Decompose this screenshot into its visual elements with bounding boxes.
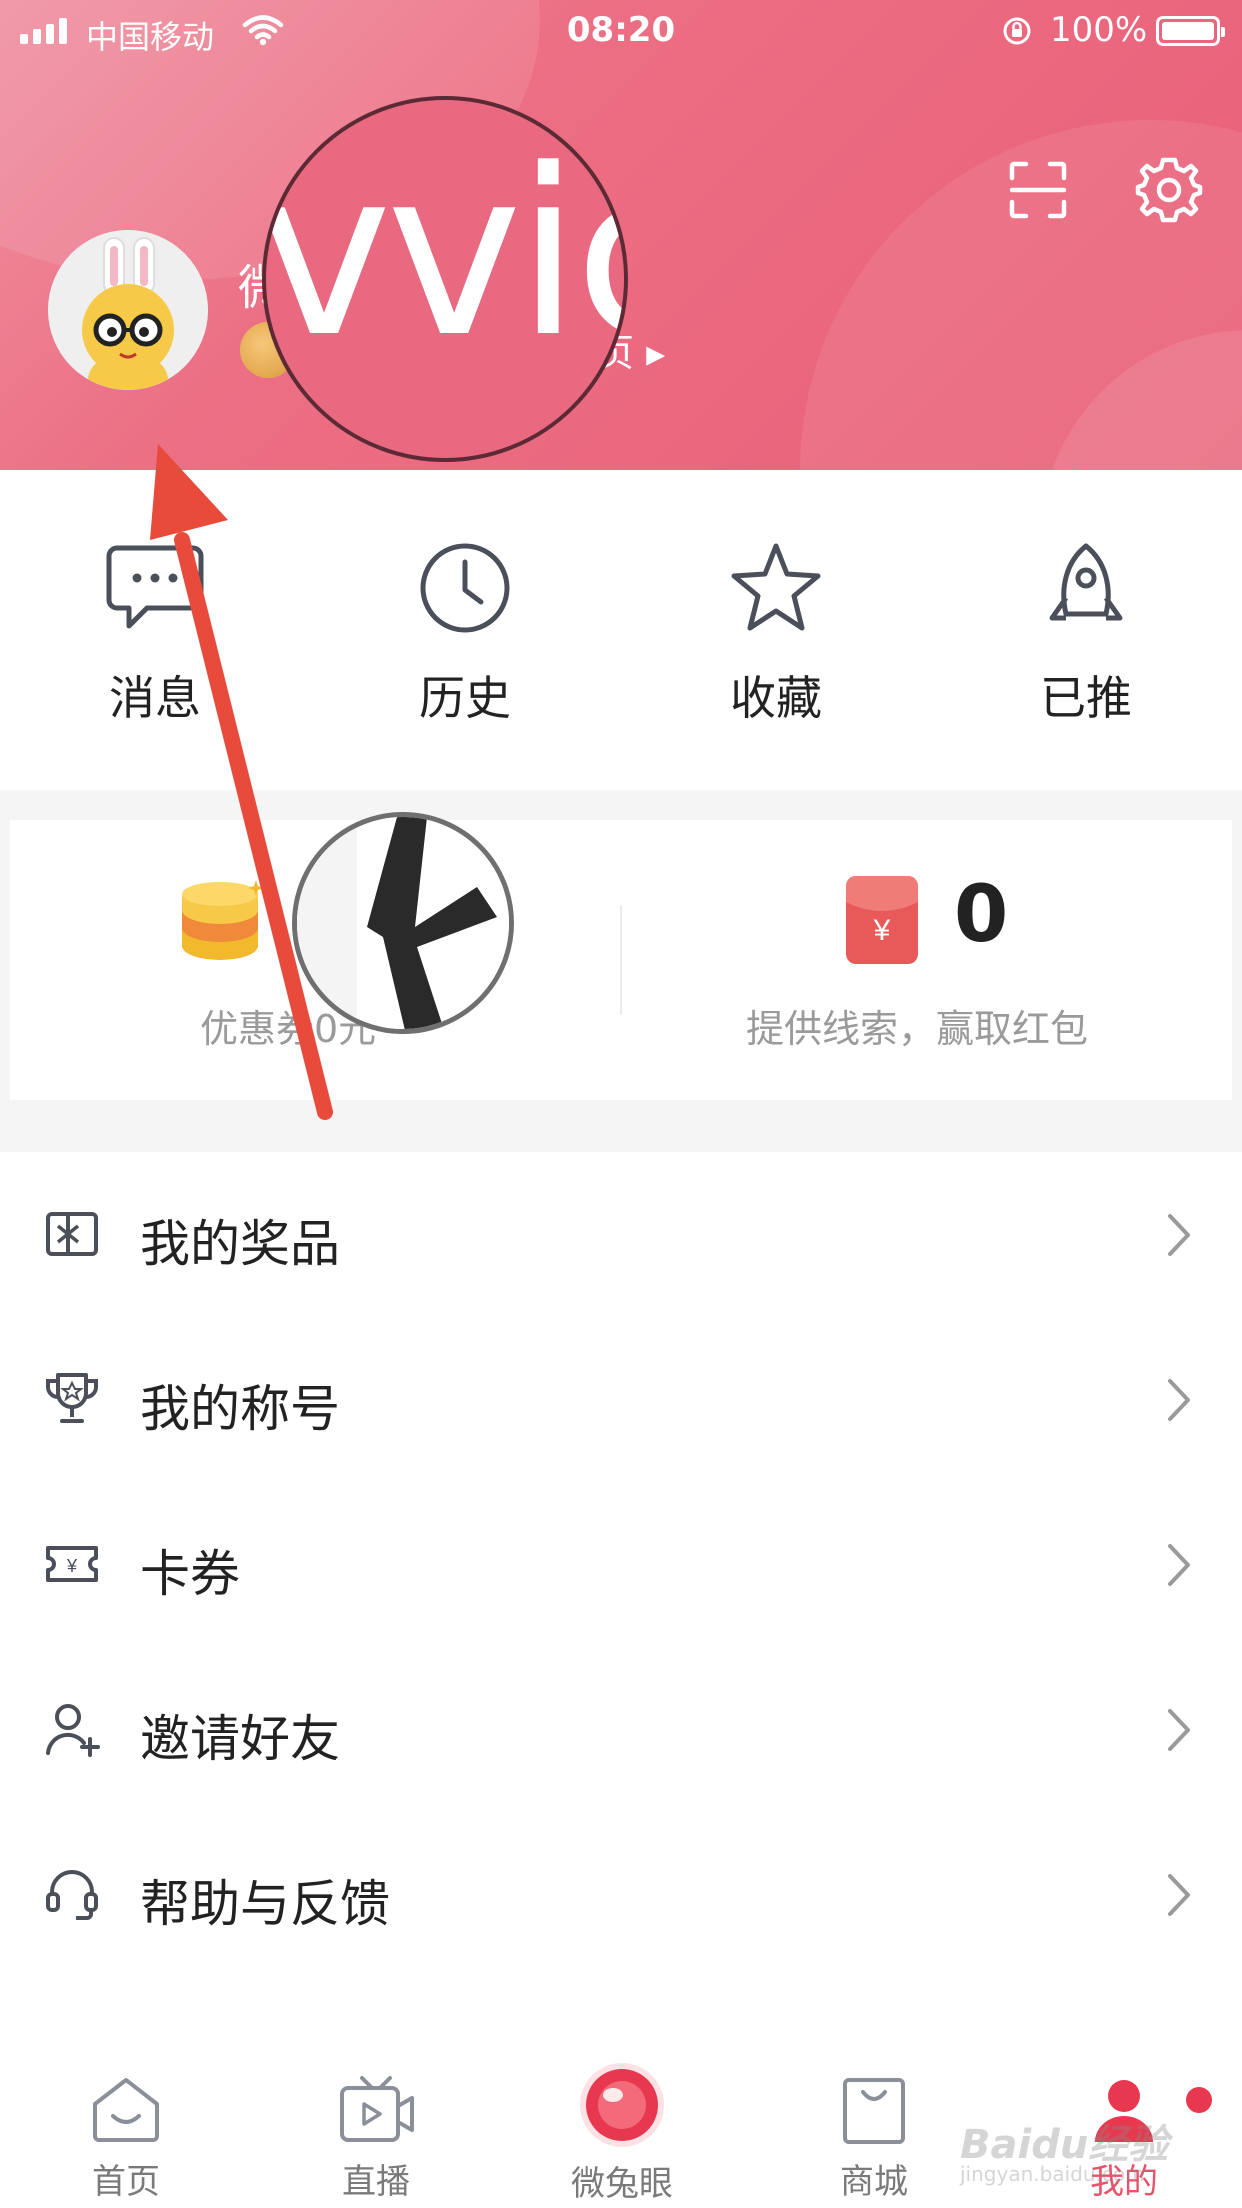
battery-icon	[1156, 16, 1225, 46]
quick-action-pushed[interactable]: 已推	[986, 540, 1186, 740]
tab-center-eye[interactable]: 微兔眼	[542, 2050, 702, 2208]
magnified-text: vvic	[262, 121, 624, 388]
quick-action-label: 历史	[419, 671, 511, 725]
menu-item-prizes[interactable]: 我的奖品	[0, 1152, 1242, 1317]
headset-icon	[46, 1870, 98, 1920]
menu-label: 邀请好友	[140, 1710, 340, 1768]
menu-item-coupons[interactable]: ¥ 卡券	[0, 1482, 1242, 1647]
watermark: Baidu经验 jingyan.baidu.com	[950, 2082, 1190, 2192]
menu-item-titles[interactable]: 我的称号	[0, 1317, 1242, 1482]
clock-icon	[420, 543, 510, 633]
menu-item-help-feedback[interactable]: 帮助与反馈	[0, 1812, 1242, 1977]
home-icon	[93, 2078, 159, 2142]
chevron-right-icon	[1168, 1544, 1190, 1586]
ticket-icon: ¥	[46, 1546, 98, 1582]
tv-icon	[340, 2076, 414, 2142]
red-packet-count: 0	[954, 870, 1009, 960]
eye-icon	[580, 2063, 664, 2147]
tab-mall[interactable]: 商城	[794, 2050, 954, 2208]
tab-label: 直播	[342, 2162, 410, 2202]
chevron-right-icon	[1168, 1379, 1190, 1421]
rotation-lock-icon	[1003, 17, 1031, 45]
zoom-magnifier	[292, 812, 514, 1034]
menu-label: 帮助与反馈	[140, 1875, 390, 1933]
menu-item-invite-friends[interactable]: 邀请好友	[0, 1647, 1242, 1812]
divider	[620, 905, 622, 1015]
trophy-icon	[46, 1373, 98, 1423]
magnified-detail	[297, 817, 509, 1029]
chevron-right-icon	[1168, 1874, 1190, 1916]
star-icon	[731, 543, 821, 631]
bag-icon	[843, 2078, 905, 2144]
avatar[interactable]	[48, 230, 208, 390]
menu-list: 我的奖品 我的称号 ¥ 卡券 邀请好友 帮助与反馈	[0, 1152, 1242, 1977]
menu-label: 我的奖品	[140, 1215, 340, 1273]
watermark-url: jingyan.baidu.com	[960, 2162, 1145, 2186]
quick-action-label: 已推	[1040, 671, 1132, 725]
bunny-avatar-icon	[48, 230, 208, 390]
quick-action-label: 消息	[109, 671, 201, 725]
quick-action-label: 收藏	[730, 671, 822, 725]
tab-label: 微兔眼	[571, 2164, 673, 2204]
add-user-icon	[46, 1704, 100, 1757]
coins-icon[interactable]	[178, 880, 268, 964]
battery-percent: 100%	[1050, 10, 1148, 50]
status-bar: 中国移动 08:20 100%	[0, 0, 1242, 62]
svg-text:¥: ¥	[873, 914, 891, 947]
tab-label: 商城	[840, 2162, 908, 2202]
chevron-right-icon	[1168, 1709, 1190, 1751]
gear-icon[interactable]	[1134, 154, 1204, 224]
tab-live[interactable]: 直播	[296, 2050, 456, 2208]
scan-icon[interactable]	[1008, 160, 1068, 220]
rocket-icon	[1049, 543, 1123, 621]
quick-actions: 消息 历史 收藏 已推	[0, 470, 1242, 790]
zoom-magnifier: vvic	[262, 96, 628, 462]
menu-label: 我的称号	[140, 1380, 340, 1438]
red-packet-icon[interactable]: ¥	[846, 876, 918, 964]
quick-action-messages[interactable]: 消息	[55, 540, 255, 740]
quick-action-history[interactable]: 历史	[365, 540, 565, 740]
tab-label: 首页	[92, 2162, 160, 2202]
menu-label: 卡券	[140, 1545, 240, 1603]
profile-header: 中国移动 08:20 100% 页 ▸ vvi	[0, 0, 1242, 470]
svg-text:¥: ¥	[66, 1556, 78, 1576]
gift-icon	[46, 1212, 98, 1256]
message-icon	[106, 545, 204, 629]
tab-home[interactable]: 首页	[46, 2050, 206, 2208]
quick-action-favorites[interactable]: 收藏	[676, 540, 876, 740]
provide-clue-link[interactable]: 提供线索，赢取红包	[746, 998, 1088, 1053]
chevron-right-icon	[1168, 1214, 1190, 1256]
